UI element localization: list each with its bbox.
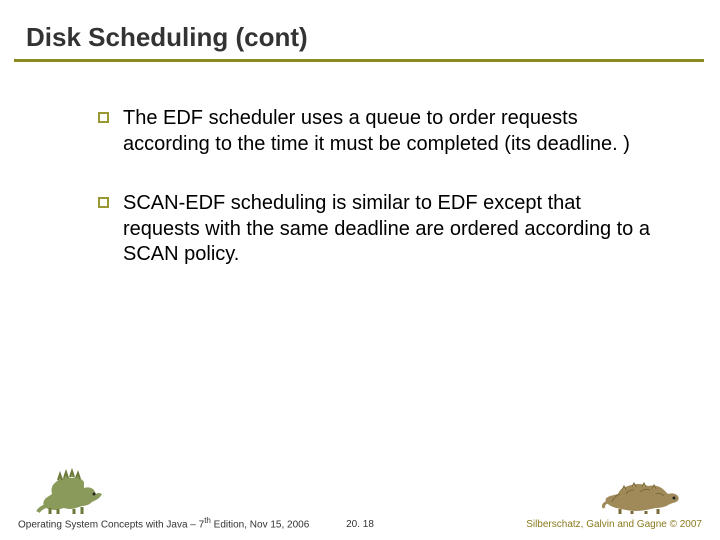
- bullet-square-icon: [98, 112, 109, 123]
- footer-left-prefix: Operating System Concepts with Java – 7: [18, 519, 204, 530]
- bullet-square-icon: [98, 197, 109, 208]
- dinosaur-right-icon: [602, 472, 686, 516]
- slide-footer: Operating System Concepts with Java – 7t…: [0, 516, 720, 530]
- bullet-item: SCAN-EDF scheduling is similar to EDF ex…: [98, 191, 650, 268]
- bullet-item: The EDF scheduler uses a queue to order …: [98, 106, 650, 157]
- slide-content: The EDF scheduler uses a queue to order …: [0, 62, 720, 268]
- bullet-text: SCAN-EDF scheduling is similar to EDF ex…: [123, 191, 650, 268]
- footer-left-suffix: Edition, Nov 15, 2006: [211, 519, 309, 530]
- footer-right-text: Silberschatz, Galvin and Gagne © 2007: [526, 519, 702, 530]
- footer-left-sup: th: [204, 516, 211, 525]
- dinosaur-left-icon: [36, 462, 114, 516]
- footer-left-text: Operating System Concepts with Java – 7t…: [18, 516, 309, 530]
- slide-title: Disk Scheduling (cont): [0, 0, 720, 59]
- bullet-text: The EDF scheduler uses a queue to order …: [123, 106, 650, 157]
- slide-number: 20. 18: [346, 519, 374, 530]
